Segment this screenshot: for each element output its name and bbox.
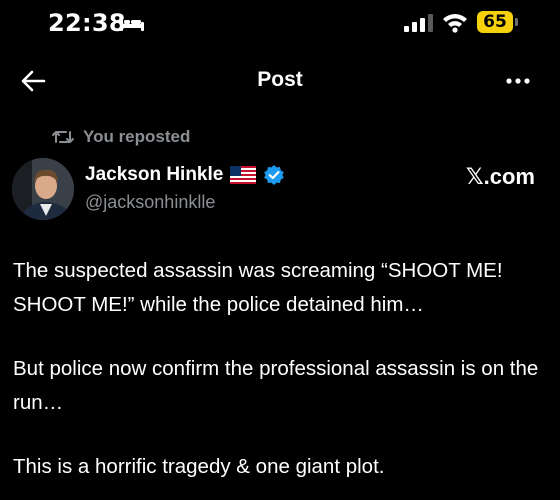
more-horizontal-icon[interactable] xyxy=(505,76,531,86)
cellular-signal-icon xyxy=(404,14,433,32)
author-name[interactable]: Jackson Hinkle xyxy=(85,164,223,186)
avatar-image xyxy=(12,158,74,220)
repost-text: You reposted xyxy=(83,127,191,146)
battery-level: 65 xyxy=(483,12,507,32)
page-title: Post xyxy=(257,68,303,91)
wifi-icon xyxy=(443,14,467,33)
bed-icon xyxy=(120,16,144,31)
verified-badge-icon xyxy=(264,165,285,185)
battery-tip xyxy=(515,18,518,26)
us-flag-icon xyxy=(230,166,257,184)
repost-icon xyxy=(52,131,74,143)
post-screen: 22:38 65 Post You reposted Jackson Hinkl… xyxy=(0,0,560,500)
post-paragraph: The suspected assassin was screaming “SH… xyxy=(13,259,503,316)
post-text: The suspected assassin was screaming “SH… xyxy=(13,254,549,500)
repost-indicator: You reposted xyxy=(52,126,190,148)
status-bar: 22:38 65 xyxy=(0,0,560,50)
post-paragraph: But police now confirm the professional … xyxy=(13,357,539,414)
author-name-row[interactable]: Jackson Hinkle xyxy=(85,164,285,186)
status-time: 22:38 xyxy=(48,9,126,37)
author-handle[interactable]: @jacksonhinklle xyxy=(85,192,215,213)
source-label: 𝕏.com xyxy=(465,164,535,189)
post-paragraph: This is a horrific tragedy & one giant p… xyxy=(13,455,385,478)
battery-icon: 65 xyxy=(477,11,513,33)
avatar[interactable] xyxy=(12,158,74,220)
